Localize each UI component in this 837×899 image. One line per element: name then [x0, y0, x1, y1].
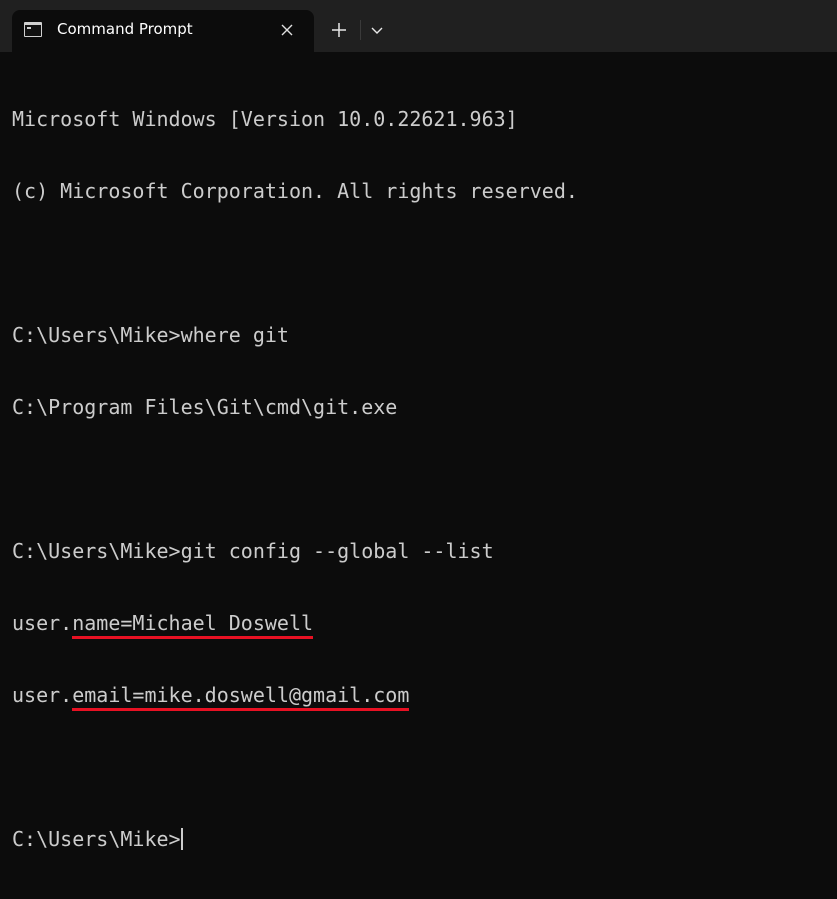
console-output: Microsoft Windows [Version 10.0.22621.96… [12, 59, 578, 899]
console-line: C:\Program Files\Git\cmd\git.exe [12, 395, 398, 419]
console-area[interactable]: Microsoft Windows [Version 10.0.22621.96… [0, 52, 837, 851]
close-icon [281, 24, 293, 36]
dropdown-button[interactable] [366, 18, 388, 42]
user-name-line: user.name=Michael Doswell [12, 611, 578, 639]
title-bar: Command Prompt [0, 0, 837, 52]
console-line: (c) Microsoft Corporation. All rights re… [12, 179, 578, 203]
terminal-icon [24, 22, 42, 37]
user-email-line: user.email=mike.doswell@gmail.com [12, 683, 578, 711]
user-email-value: email=mike.doswell@gmail.com [72, 683, 410, 711]
tab-title: Command Prompt [57, 20, 193, 38]
tab-close-button[interactable] [276, 19, 298, 41]
user-name-value: name=Michael Doswell [72, 611, 314, 639]
user-email-prefix: user. [12, 683, 73, 707]
chevron-down-icon [371, 27, 383, 34]
text-cursor [180, 828, 183, 850]
new-tab-button[interactable] [326, 18, 352, 42]
tab-divider [360, 20, 361, 40]
tab-command-prompt[interactable]: Command Prompt [12, 10, 314, 52]
prompt-line[interactable]: C:\Users\Mike> [12, 827, 578, 851]
prompt-text: C:\Users\Mike> [12, 827, 181, 851]
plus-icon [332, 23, 346, 37]
user-name-prefix: user. [12, 611, 73, 635]
console-line: C:\Users\Mike>git config --global --list [12, 539, 494, 563]
console-line: C:\Users\Mike>where git [12, 323, 289, 347]
console-line: Microsoft Windows [Version 10.0.22621.96… [12, 107, 518, 131]
